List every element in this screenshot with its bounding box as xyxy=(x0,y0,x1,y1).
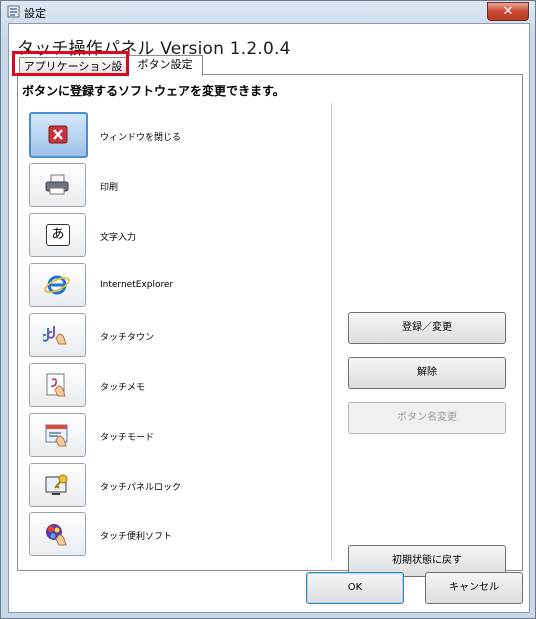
item-label: タッチタウン xyxy=(100,333,155,343)
touch-town-icon xyxy=(43,326,67,345)
item-button-print[interactable] xyxy=(29,163,86,207)
title-bar[interactable]: 設定 ✕ xyxy=(1,1,535,23)
touch-utility-icon xyxy=(46,524,67,546)
printer-icon xyxy=(45,174,69,195)
item-label: タッチ便利ソフト xyxy=(100,532,173,542)
register-change-button[interactable]: 登録／変更 xyxy=(348,312,506,344)
item-label: ウィンドウを閉じる xyxy=(100,133,182,143)
item-button-touch-memo[interactable] xyxy=(29,363,86,407)
panel-heading: ボタンに登録するソフトウェアを変更できます。 xyxy=(22,84,285,98)
tab-button-settings[interactable]: ボタン設定 xyxy=(127,55,203,76)
internet-explorer-icon xyxy=(44,275,70,295)
item-button-touch-utility[interactable] xyxy=(29,512,86,556)
client-area: タッチ操作パネル Version 1.2.0.4 アプリケーション設定 ボタン設… xyxy=(8,23,530,613)
item-button-touch-town[interactable] xyxy=(29,313,86,357)
tab-label: ボタン設定 xyxy=(137,58,193,71)
item-button-touch-panel-lock[interactable] xyxy=(29,463,86,507)
hiragana-a-icon: あ xyxy=(46,224,70,246)
close-icon: ✕ xyxy=(502,4,514,19)
item-button-internet-explorer[interactable] xyxy=(29,263,86,307)
panel-divider xyxy=(331,103,332,561)
red-highlight-box xyxy=(12,51,129,76)
button-settings-panel: ボタンに登録するソフトウェアを変更できます。 ウィンドウを閉じる 印刷 あ 文字… xyxy=(17,74,523,577)
item-button-close-window[interactable] xyxy=(29,112,88,158)
item-label: InternetExplorer xyxy=(100,280,174,290)
ok-button[interactable]: OK xyxy=(306,572,404,604)
touch-memo-icon xyxy=(46,373,66,397)
item-label: タッチメモ xyxy=(100,383,146,393)
item-label: タッチモード xyxy=(100,433,155,443)
rename-button[interactable]: ボタン名変更 xyxy=(348,402,506,434)
release-button[interactable]: 解除 xyxy=(348,357,506,389)
app-icon xyxy=(7,5,20,18)
settings-window: 設定 ✕ タッチ操作パネル Version 1.2.0.4 アプリケーション設定… xyxy=(0,0,536,619)
item-button-touch-mode[interactable] xyxy=(29,413,86,457)
touch-panel-lock-icon xyxy=(45,474,68,495)
close-window-icon xyxy=(48,125,68,144)
item-label: 文字入力 xyxy=(100,233,137,243)
cancel-button[interactable]: キャンセル xyxy=(425,572,523,604)
item-label: 印刷 xyxy=(100,183,119,193)
window-title: 設定 xyxy=(24,7,46,20)
item-button-text-input[interactable]: あ xyxy=(29,213,86,257)
close-button[interactable]: ✕ xyxy=(487,2,529,21)
item-label: タッチパネルロック xyxy=(100,483,182,493)
touch-mode-icon xyxy=(45,424,68,447)
